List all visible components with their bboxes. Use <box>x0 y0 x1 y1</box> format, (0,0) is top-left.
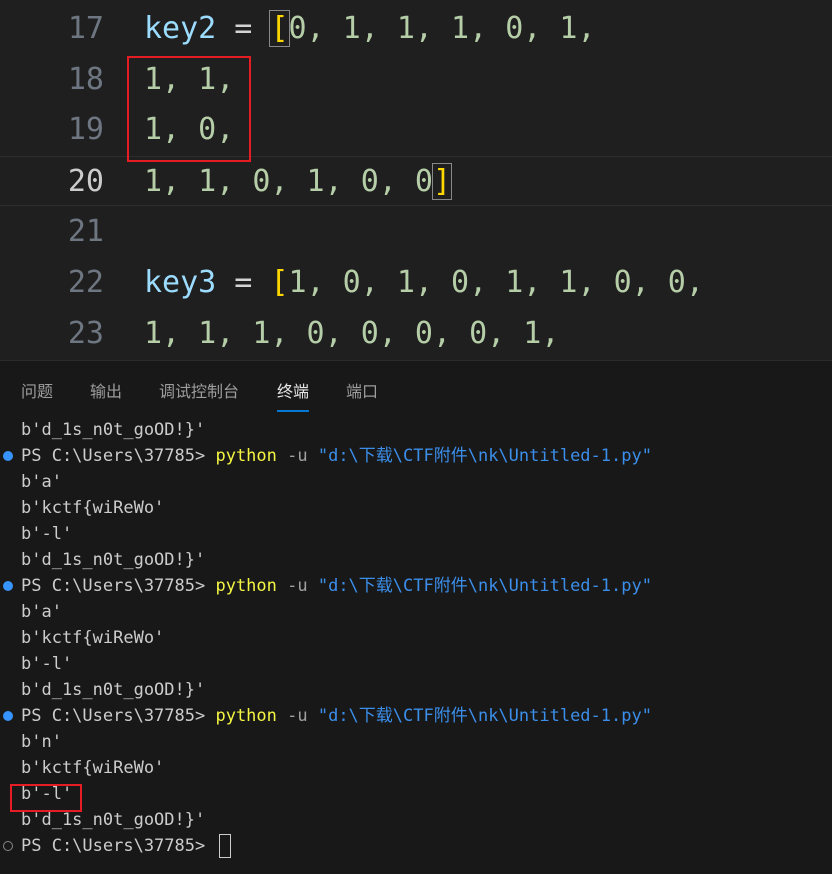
command-path: "d:\下载\CTF附件\nk\Untitled-1.py" <box>317 706 652 726</box>
close-bracket: ] <box>431 163 453 200</box>
line-number: 17 <box>67 11 104 46</box>
output-line: b'-l' <box>21 524 73 544</box>
output-line: b'kctf{wiReWo' <box>21 758 165 778</box>
terminal-cursor <box>219 834 232 858</box>
output-line: b'kctf{wiReWo' <box>21 498 165 518</box>
output-line: b'-l' <box>21 654 73 674</box>
code-line-21[interactable]: 21 <box>0 207 832 257</box>
command-line: PS C:\Users\37785> python -u "d:\下载\CTF附… <box>21 443 652 469</box>
command: python <box>215 706 277 726</box>
list-values: 0, 1, 1, 1, 0, 1, <box>288 11 596 46</box>
list-values: 1, 0, <box>144 112 235 147</box>
code-line-18[interactable]: 18 1, 1, <box>0 55 832 105</box>
code-line-17[interactable]: 17 key2 = [0, 1, 1, 1, 0, 1, <box>0 4 832 54</box>
command-status-dot-icon[interactable] <box>3 581 13 591</box>
output-line: b'kctf{wiReWo' <box>21 628 165 648</box>
assign-operator: = <box>216 265 271 300</box>
output-line: b'd_1s_n0t_goOD!}' <box>21 680 206 700</box>
variable-name: key3 <box>144 265 217 300</box>
code-line-23[interactable]: 23 1, 1, 1, 0, 0, 0, 0, 1, <box>0 309 832 359</box>
active-prompt-line[interactable]: PS C:\Users\37785> <box>21 833 232 859</box>
command-path: "d:\下载\CTF附件\nk\Untitled-1.py" <box>317 576 652 596</box>
variable-name: key2 <box>144 11 217 46</box>
list-values: 1, 1, 0, 1, 0, 0 <box>144 164 433 199</box>
tab-ports[interactable]: 端口 <box>346 378 378 410</box>
tab-debug-console[interactable]: 调试控制台 <box>159 378 239 410</box>
open-bracket: [ <box>269 10 290 47</box>
code-line-20[interactable]: 20 1, 1, 0, 1, 0, 0] <box>0 156 832 206</box>
command-flag: -u <box>276 706 318 726</box>
command: python <box>215 446 277 466</box>
prompt: PS C:\Users\37785> <box>21 706 216 726</box>
line-number: 19 <box>67 112 104 147</box>
line-number: 18 <box>67 62 104 97</box>
code-line-19[interactable]: 19 1, 0, <box>0 105 832 155</box>
command-status-dot-icon[interactable] <box>3 711 13 721</box>
line-number: 23 <box>67 316 104 351</box>
bottom-panel: 问题 输出 调试控制台 终端 端口 b'd_1s_n0t_goOD!}' PS … <box>0 360 832 874</box>
command-path: "d:\下载\CTF附件\nk\Untitled-1.py" <box>317 446 652 466</box>
prompt: PS C:\Users\37785> <box>21 836 216 856</box>
prompt: PS C:\Users\37785> <box>21 446 216 466</box>
prompt: PS C:\Users\37785> <box>21 576 216 596</box>
tab-problems[interactable]: 问题 <box>21 378 53 410</box>
panel-tabs: 问题 输出 调试控制台 终端 端口 <box>0 361 832 412</box>
tab-terminal[interactable]: 终端 <box>277 378 310 412</box>
output-line: b'a' <box>21 472 62 492</box>
assign-operator: = <box>216 11 271 46</box>
code-editor[interactable]: 17 key2 = [0, 1, 1, 1, 0, 1, 18 1, 1, 19… <box>0 0 832 360</box>
code-line-22[interactable]: 22 key3 = [1, 0, 1, 0, 1, 1, 0, 0, <box>0 258 832 308</box>
tab-output[interactable]: 输出 <box>90 378 122 410</box>
output-line: b'd_1s_n0t_goOD!}' <box>21 420 206 440</box>
output-line: b'd_1s_n0t_goOD!}' <box>21 810 206 830</box>
command-flag: -u <box>276 446 318 466</box>
line-number: 21 <box>67 214 104 249</box>
list-values: 1, 1, 1, 0, 0, 0, 0, 1, <box>144 316 560 351</box>
line-number: 22 <box>67 265 104 300</box>
list-values: 1, 1, <box>144 62 235 97</box>
list-values: 1, 0, 1, 0, 1, 1, 0, 0, <box>288 265 704 300</box>
command-status-dot-icon[interactable] <box>3 451 13 461</box>
output-line: b'-l' <box>21 784 73 804</box>
output-line: b'd_1s_n0t_goOD!}' <box>21 550 206 570</box>
line-number: 20 <box>67 164 104 199</box>
open-bracket: [ <box>270 265 289 300</box>
command-line: PS C:\Users\37785> python -u "d:\下载\CTF附… <box>21 573 652 599</box>
output-line: b'n' <box>21 732 62 752</box>
command-line: PS C:\Users\37785> python -u "d:\下载\CTF附… <box>21 703 652 729</box>
command-flag: -u <box>276 576 318 596</box>
command-status-dot-icon[interactable] <box>3 841 13 851</box>
output-line: b'a' <box>21 602 62 622</box>
command: python <box>215 576 277 596</box>
